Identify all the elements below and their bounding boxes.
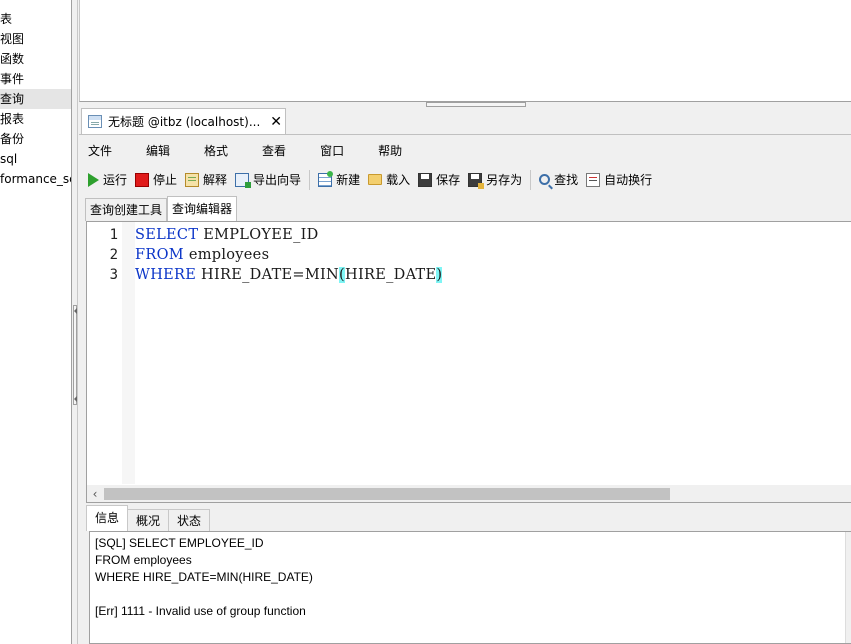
message-line: FROM employees	[95, 553, 192, 567]
tree-item-database-sql[interactable]: sql	[0, 149, 71, 169]
search-icon	[539, 174, 551, 185]
menu-view[interactable]: 查看	[254, 140, 294, 162]
line-number-gutter: 1 2 3	[87, 222, 122, 484]
scrollbar-thumb[interactable]	[104, 488, 670, 500]
toolbar-separator	[530, 169, 532, 190]
explain-icon	[185, 172, 200, 187]
code-text: HIRE_DATE	[345, 267, 437, 283]
menu-file[interactable]: 文件	[80, 140, 120, 162]
stop-button[interactable]: 停止	[131, 167, 181, 192]
line-number: 3	[109, 267, 118, 283]
splitter-grip[interactable]	[426, 102, 526, 107]
find-label: 查找	[554, 173, 579, 187]
explain-label: 解释	[203, 173, 228, 187]
explain-button[interactable]: 解释	[181, 167, 231, 192]
sql-editor[interactable]: 1 2 3 SELECT EMPLOYEE_ID FROM employees …	[86, 221, 851, 503]
load-button[interactable]: 载入	[364, 167, 414, 192]
document-tab-title: 无标题 @itbz (localhost)...	[108, 115, 261, 129]
save-label: 保存	[436, 173, 461, 187]
stop-label: 停止	[153, 173, 178, 187]
code-line[interactable]: SELECT EMPLOYEE_ID	[135, 225, 319, 245]
sql-keyword: WHERE	[135, 267, 197, 283]
new-button[interactable]: 新建	[314, 167, 364, 192]
code-text: EMPLOYEE_ID	[198, 227, 319, 243]
save-icon	[418, 172, 433, 187]
vertical-splitter[interactable]	[71, 0, 78, 644]
play-icon	[88, 172, 99, 187]
tree-item-database-performance[interactable]: formance_sc	[0, 169, 71, 189]
tree-item-reports[interactable]: 报表	[0, 109, 71, 129]
run-button[interactable]: 运行	[82, 167, 131, 192]
menu-window[interactable]: 窗口	[312, 140, 352, 162]
code-text: HIRE_DATE=MIN	[196, 267, 340, 283]
sql-keyword: SELECT	[135, 227, 199, 243]
menu-edit[interactable]: 编辑	[138, 140, 178, 162]
export-wizard-label: 导出向导	[253, 173, 302, 187]
code-line[interactable]: FROM employees	[135, 245, 269, 265]
scroll-left-arrow-icon[interactable]: ‹	[89, 488, 101, 500]
message-line: WHERE HIRE_DATE=MIN(HIRE_DATE)	[95, 570, 313, 584]
find-button[interactable]: 查找	[535, 167, 582, 192]
stop-icon	[135, 172, 150, 187]
close-icon[interactable]: ✕	[270, 115, 282, 129]
sql-keyword: FROM	[135, 247, 184, 263]
line-number: 2	[109, 247, 118, 263]
object-tree: 表 视图 函数 事件 查询 报表 备份 sql formance_sc	[0, 0, 71, 644]
tab-query-builder[interactable]: 查询创建工具	[85, 198, 168, 221]
load-label: 载入	[386, 173, 411, 187]
top-content-pane	[79, 0, 851, 102]
export-icon	[235, 172, 252, 188]
menu-help[interactable]: 帮助	[370, 140, 410, 162]
query-window-icon	[88, 115, 102, 128]
fold-margin	[122, 222, 135, 484]
matched-bracket-close: )	[436, 267, 443, 283]
tree-item-tables[interactable]: 表	[0, 9, 71, 29]
message-output[interactable]: [SQL] SELECT EMPLOYEE_ID FROM employees …	[89, 531, 851, 644]
message-line	[95, 586, 846, 603]
tab-query-editor[interactable]: 查询编辑器	[167, 196, 238, 221]
editor-mode-tabs: 查询创建工具 查询编辑器	[85, 196, 238, 221]
toolbar-separator	[309, 169, 311, 190]
folder-icon	[368, 174, 383, 185]
tree-item-queries[interactable]: 查询	[0, 89, 71, 109]
word-wrap-button[interactable]: 自动换行	[582, 167, 656, 192]
run-label: 运行	[103, 173, 128, 187]
code-text: employees	[183, 247, 270, 263]
tree-item-views[interactable]: 视图	[0, 29, 71, 49]
export-wizard-button[interactable]: 导出向导	[231, 167, 305, 192]
tree-item-events[interactable]: 事件	[0, 69, 71, 89]
word-wrap-icon	[586, 172, 601, 187]
tree-item-backups[interactable]: 备份	[0, 129, 71, 149]
line-number: 1	[109, 227, 118, 243]
query-toolbar: 运行 停止 解释 导出向导 新建 载入 保存 另存为 查找 自动换行	[82, 166, 656, 193]
new-query-icon	[318, 170, 334, 187]
tab-overview[interactable]: 概况	[127, 509, 170, 531]
message-line: [SQL] SELECT EMPLOYEE_ID	[95, 536, 264, 550]
document-tab[interactable]: 无标题 @itbz (localhost)... ✕	[81, 108, 286, 134]
horizontal-scrollbar[interactable]: ‹	[87, 485, 851, 502]
vertical-scrollbar[interactable]	[845, 532, 851, 643]
tree-item-functions[interactable]: 函数	[0, 49, 71, 69]
menu-format[interactable]: 格式	[196, 140, 236, 162]
tab-status[interactable]: 状态	[168, 509, 211, 531]
save-button[interactable]: 保存	[414, 167, 464, 192]
new-label: 新建	[336, 173, 361, 187]
menu-bar: 文件 编辑 格式 查看 窗口 帮助	[80, 140, 428, 162]
error-message: [Err] 1111 - Invalid use of group functi…	[95, 604, 306, 618]
code-line[interactable]: WHERE HIRE_DATE=MIN(HIRE_DATE)	[135, 265, 443, 285]
splitter-collapse-handle[interactable]	[73, 305, 77, 405]
result-tabs: 信息 概况 状态	[86, 505, 211, 531]
save-as-icon	[468, 172, 485, 189]
word-wrap-label: 自动换行	[604, 173, 653, 187]
tab-info[interactable]: 信息	[86, 505, 129, 531]
save-as-button[interactable]: 另存为	[464, 167, 526, 192]
save-as-label: 另存为	[486, 173, 523, 187]
